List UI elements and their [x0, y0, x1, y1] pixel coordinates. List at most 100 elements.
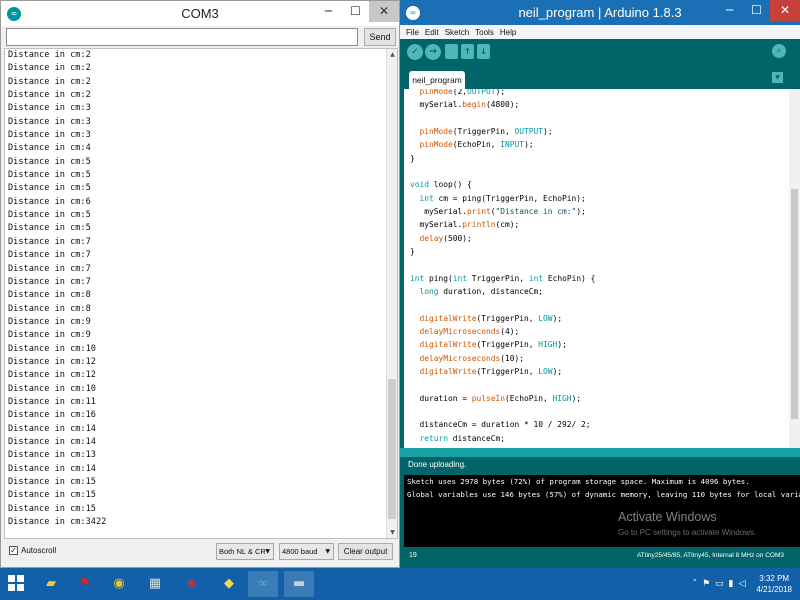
serial-output-line: Distance in cm:14	[8, 436, 96, 447]
menu-bar: File Edit Sketch Tools Help	[400, 25, 800, 39]
ide-footer: 19 ATtiny25/45/85, ATtiny45, Internal 8 …	[400, 547, 800, 568]
status-text: Done uploading.	[408, 460, 467, 469]
serial-window-controls: ─ ☐ ✕	[315, 1, 399, 22]
scroll-thumb[interactable]	[388, 379, 396, 519]
flag-icon[interactable]: ⚑	[702, 579, 710, 589]
menu-help[interactable]: Help	[500, 28, 516, 37]
code-line: pinMode(TriggerPin, OUTPUT);	[419, 126, 553, 136]
python-icon[interactable]: ◆	[214, 571, 244, 597]
serial-scrollbar[interactable]: ▲ ▼	[386, 49, 397, 538]
arduino-app-icon: ∞	[406, 5, 420, 20]
code-line: pinMode(2,OUTPUT);	[419, 89, 506, 96]
new-icon[interactable]	[445, 44, 458, 59]
code-line: mySerial.print("Distance in cm:");	[410, 206, 586, 216]
chrome-icon[interactable]: ◉	[104, 571, 134, 597]
baud-value: 4800 baud	[282, 547, 318, 556]
editor-scroll-thumb[interactable]	[791, 189, 798, 419]
code-line: int ping(int TriggerPin, int EchoPin) {	[410, 273, 596, 283]
clock[interactable]: 3:32 PM 4/21/2018	[756, 573, 792, 595]
editor-divider[interactable]	[400, 448, 800, 457]
code-line: long duration, distanceCm;	[419, 286, 544, 296]
close-icon[interactable]: ✕	[770, 0, 800, 21]
send-button[interactable]: Send	[364, 28, 396, 46]
serial-output-line: Distance in cm:7	[8, 263, 91, 274]
eagle-icon[interactable]: ◈	[176, 571, 206, 597]
code-line: delayMicroseconds(10);	[419, 353, 525, 363]
acrobat-icon[interactable]: ⚑	[70, 571, 100, 597]
windows-start-icon[interactable]	[8, 575, 24, 591]
serial-output-line: Distance in cm:5	[8, 170, 91, 181]
serial-monitor-icon[interactable]: ⌕	[772, 44, 786, 58]
network-icon[interactable]: ▮	[729, 579, 734, 589]
console-line: Sketch uses 2978 bytes (72%) of program …	[407, 477, 750, 486]
editor-scrollbar[interactable]	[789, 89, 800, 448]
upload-icon[interactable]: →	[425, 44, 441, 60]
serial-send-input[interactable]	[6, 28, 358, 46]
serial-output-line: Distance in cm:5	[8, 210, 91, 221]
ide-titlebar[interactable]: ∞ neil_program | Arduino 1.8.3 ─ ☐ ✕	[400, 0, 800, 25]
minimize-icon[interactable]: ─	[716, 0, 743, 21]
clock-time: 3:32 PM	[759, 574, 790, 583]
scroll-down-icon[interactable]: ▼	[387, 527, 397, 538]
serial-output-area[interactable]: Distance in cm:2 Distance in cm:2 Distance…	[4, 48, 398, 539]
serial-output-line: Distance in cm:8	[8, 290, 91, 301]
minimize-icon[interactable]: ─	[315, 1, 342, 22]
send-row: Send	[6, 28, 396, 46]
code-line: mySerial.println(cm);	[410, 220, 520, 230]
arduino-icon[interactable]: ∞	[248, 571, 278, 597]
clear-output-button[interactable]: Clear output	[338, 543, 393, 560]
serial-output-line: Distance in cm:8	[8, 303, 91, 314]
code-line: delay(500);	[419, 233, 472, 243]
tab-neil-program[interactable]: neil_program	[409, 71, 465, 89]
serial-output-line: Distance in cm:15	[8, 490, 96, 501]
serial-output-line: Distance in cm:14	[8, 423, 96, 434]
close-icon[interactable]: ✕	[369, 1, 399, 22]
serial-output-lines: Distance in cm:2 Distance in cm:2 Distance…	[8, 49, 106, 529]
line-ending-value: Both NL & CR	[219, 547, 266, 556]
serial-output-line: Distance in cm:3	[8, 116, 91, 127]
arduino-app-icon: ∞	[7, 6, 21, 21]
serial-output-line: Distance in cm:7	[8, 276, 91, 287]
autoscroll-toggle[interactable]: ✓ Autoscroll	[9, 546, 56, 555]
autoscroll-checkbox[interactable]: ✓	[9, 546, 18, 555]
activate-windows-subtext: Go to PC settings to activate Windows.	[618, 528, 757, 537]
maximize-icon[interactable]: ☐	[342, 1, 369, 22]
menu-tools[interactable]: Tools	[475, 28, 494, 37]
show-hidden-icons-icon[interactable]: ˄	[692, 579, 697, 589]
serial-output-line: Distance in cm:2	[8, 50, 91, 60]
desktop: ∞ COM3 ─ ☐ ✕ Send Distance in cm:2 Distan…	[0, 0, 800, 600]
volume-icon[interactable]: ◁	[738, 579, 745, 589]
calculator-icon[interactable]: ▦	[140, 571, 170, 597]
tab-menu-icon[interactable]: ▼	[772, 72, 783, 83]
save-icon[interactable]: ↓	[477, 44, 490, 59]
file-explorer-icon[interactable]: ▰	[36, 571, 66, 597]
line-ending-select[interactable]: Both NL & CR ▼	[216, 543, 274, 560]
menu-file[interactable]: File	[406, 28, 419, 37]
serial-output-line: Distance in cm:13	[8, 450, 96, 461]
serial-output-line: Distance in cm:16	[8, 410, 96, 421]
serial-output-line: Distance in cm:4	[8, 143, 91, 154]
battery-icon[interactable]: ▭	[715, 579, 724, 589]
ide-window-controls: ─ ☐ ✕	[716, 0, 800, 21]
menu-sketch[interactable]: Sketch	[445, 28, 469, 37]
scroll-up-icon[interactable]: ▲	[387, 49, 397, 60]
serial-monitor-titlebar[interactable]: ∞ COM3 ─ ☐ ✕	[1, 1, 399, 26]
open-icon[interactable]: ↑	[461, 44, 474, 59]
serial-output-line: Distance in cm:12	[8, 356, 96, 367]
serial-output-line: Distance in cm:15	[8, 503, 96, 514]
status-bar: Done uploading.	[400, 457, 800, 475]
baud-select[interactable]: 4800 baud ▼	[279, 543, 334, 560]
maximize-icon[interactable]: ☐	[743, 0, 770, 21]
serial-output-line: Distance in cm:2	[8, 76, 91, 87]
verify-icon[interactable]: ✓	[407, 44, 423, 60]
serial-output-line: Distance in cm:2	[8, 90, 91, 101]
code-line: duration = pulseIn(EchoPin, HIGH);	[410, 393, 582, 403]
cmd-icon[interactable]: ▬	[284, 571, 314, 597]
serial-output-line: Distance in cm:7	[8, 250, 91, 261]
code-editor[interactable]: pinMode(2,OUTPUT); mySerial.begin(4800);…	[404, 89, 800, 448]
menu-edit[interactable]: Edit	[425, 28, 439, 37]
tab-bar: neil_program ▼	[400, 68, 800, 89]
